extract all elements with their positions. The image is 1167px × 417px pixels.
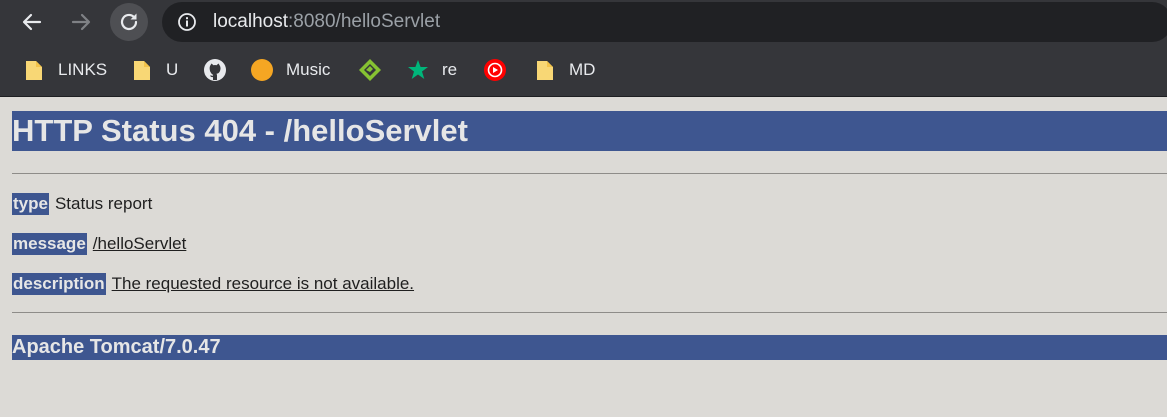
description-value: The requested resource is not available. [111, 274, 415, 293]
message-value: /helloServlet [92, 234, 187, 253]
bookmark-links[interactable]: LINKS [22, 57, 107, 83]
bookmark-music[interactable]: Music [250, 57, 330, 83]
info-icon[interactable] [177, 12, 197, 32]
bookmark-github[interactable] [203, 57, 227, 83]
divider [12, 173, 1167, 174]
description-label: description [12, 273, 106, 295]
page-title: HTTP Status 404 - /helloServlet [12, 111, 1167, 151]
bookmark-label: LINKS [58, 60, 108, 79]
folder-icon [22, 58, 46, 82]
reload-button[interactable] [110, 3, 148, 41]
bookmark-label: U [166, 60, 179, 79]
url-text[interactable]: localhost:8080/helloServlet [213, 11, 440, 33]
url-path: :8080/helloServlet [288, 11, 441, 32]
youtube-music-icon [483, 58, 507, 82]
address-bar[interactable]: localhost:8080/helloServlet [162, 2, 1167, 42]
bookmark-label: MD [569, 60, 596, 79]
description-row: description The requested resource is no… [12, 273, 414, 295]
arrow-right-icon [71, 13, 91, 31]
bookmark-youtube-music[interactable] [483, 57, 507, 83]
type-label: type [12, 193, 49, 215]
message-row: message /helloServlet [12, 233, 186, 255]
github-icon [203, 58, 227, 82]
bookmark-u[interactable]: U [130, 57, 178, 83]
bookmarks-bar: LINKS U Music re MD [0, 44, 1167, 97]
bookmark-md[interactable]: MD [533, 57, 595, 83]
bookmark-label: re [442, 60, 458, 79]
arrow-left-icon [22, 13, 42, 31]
message-label: message [12, 233, 87, 255]
bookmark-re[interactable]: re [406, 57, 457, 83]
bookmark-label: Music [286, 60, 331, 79]
folder-icon [533, 58, 557, 82]
type-row: type Status report [12, 193, 152, 215]
back-button[interactable] [13, 3, 51, 41]
divider [12, 312, 1167, 313]
url-host: localhost [213, 11, 288, 32]
bookmark-green-diamond[interactable] [358, 57, 382, 83]
green-diamond-icon [358, 58, 382, 82]
forward-button[interactable] [62, 3, 100, 41]
type-value: Status report [54, 194, 153, 213]
server-footer: Apache Tomcat/7.0.47 [12, 335, 1167, 360]
page-content: HTTP Status 404 - /helloServlet type Sta… [0, 98, 1167, 417]
green-star-icon [406, 58, 430, 82]
reload-icon [120, 13, 138, 31]
browser-toolbar: localhost:8080/helloServlet [0, 0, 1167, 44]
folder-icon [130, 58, 154, 82]
orange-circle-icon [250, 58, 274, 82]
